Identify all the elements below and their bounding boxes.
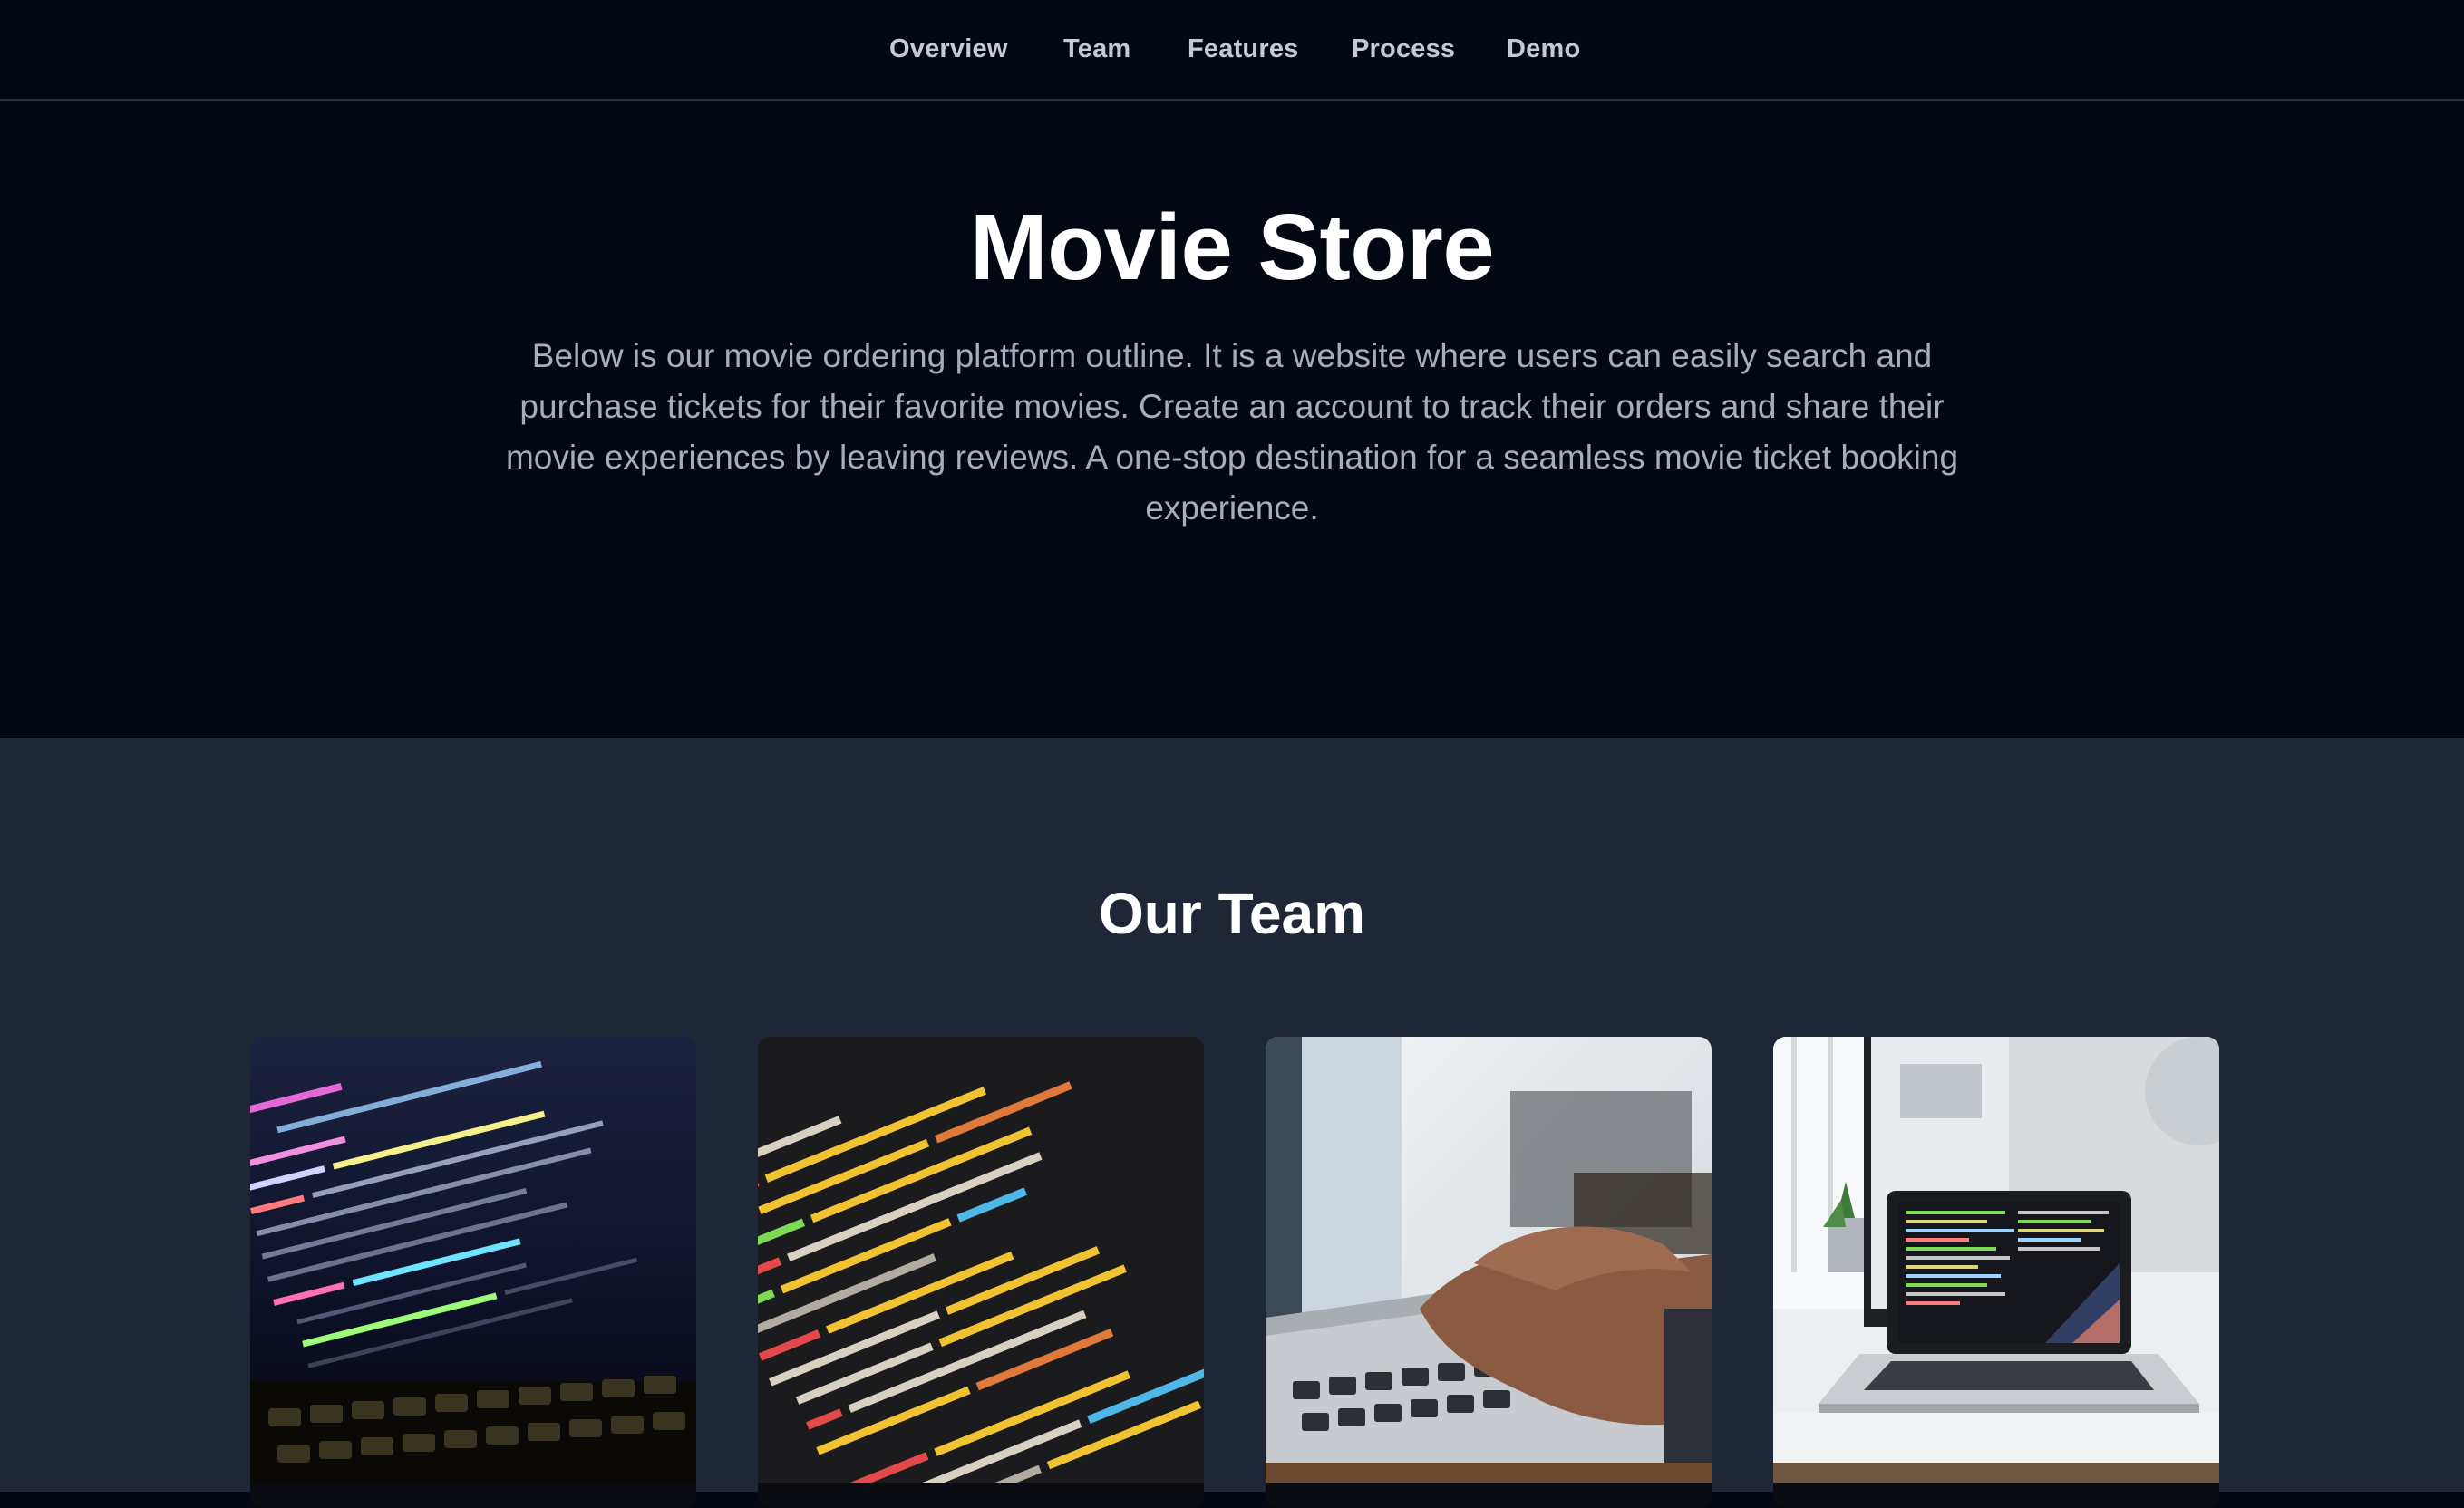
team-heading: Our Team — [1099, 881, 1365, 946]
team-card-1[interactable] — [250, 1037, 696, 1508]
nav-link-demo[interactable]: Demo — [1507, 34, 1580, 64]
team-card-3[interactable] — [1266, 1037, 1712, 1508]
card-footer — [1773, 1483, 2219, 1508]
code-on-laptop-screen-photo — [250, 1037, 696, 1483]
nav-link-process[interactable]: Process — [1352, 34, 1455, 64]
card-footer — [1266, 1483, 1712, 1508]
hero-section: Movie Store Below is our movie ordering … — [0, 101, 2464, 738]
nav-link-features[interactable]: Features — [1188, 34, 1299, 64]
nav-link-overview[interactable]: Overview — [889, 34, 1008, 64]
hero-description: Below is our movie ordering platform out… — [505, 337, 1959, 527]
team-section: Our Team — [0, 738, 2464, 1508]
laptop-with-code-on-desk-photo — [1773, 1037, 2219, 1483]
colorful-code-closeup-photo — [758, 1037, 1204, 1483]
team-card-4[interactable] — [1773, 1037, 2219, 1508]
team-card-2[interactable] — [758, 1037, 1204, 1508]
top-navigation: Overview Team Features Process Demo — [0, 0, 2464, 101]
card-footer — [758, 1483, 1204, 1508]
card-footer — [250, 1483, 696, 1508]
page-title: Movie Store — [969, 195, 1495, 299]
nav-link-team[interactable]: Team — [1063, 34, 1130, 64]
hands-typing-on-laptop-photo — [1266, 1037, 1712, 1483]
